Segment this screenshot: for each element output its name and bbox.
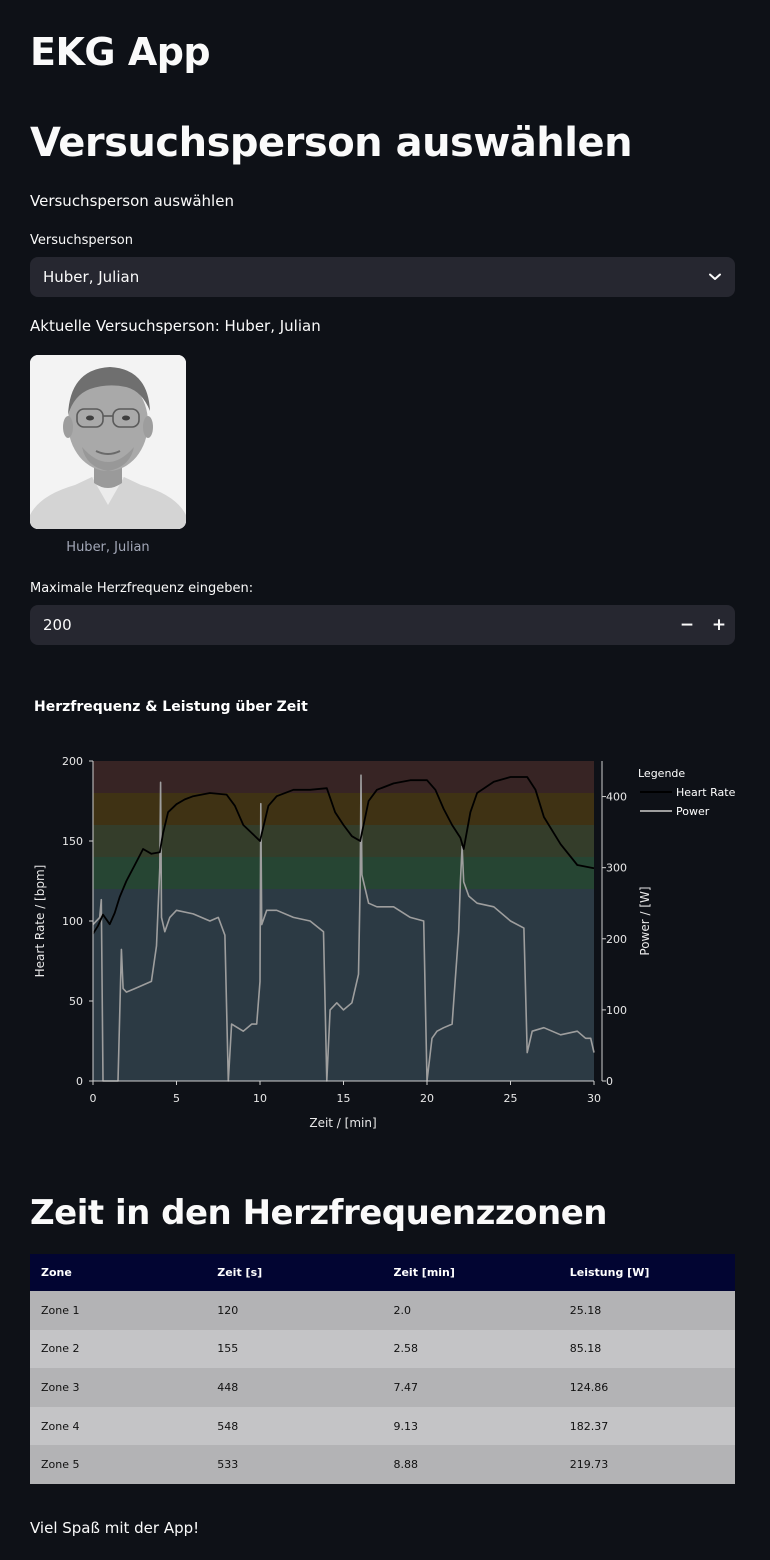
legend-title: Legende bbox=[638, 767, 685, 780]
table-cell: 120 bbox=[206, 1291, 383, 1330]
person-select[interactable]: Huber, Julian bbox=[30, 257, 735, 297]
x-tick-label: 30 bbox=[587, 1092, 601, 1105]
table-row: Zone 1 120 2.0 25.18 bbox=[30, 1291, 735, 1330]
section-title: Versuchsperson auswählen bbox=[30, 120, 633, 166]
y2-tick-label: 300 bbox=[606, 862, 627, 875]
chart-legend: Legende Heart Rate Power bbox=[638, 767, 736, 818]
table-cell: Zone 3 bbox=[30, 1368, 207, 1407]
y2-tick-label: 400 bbox=[606, 791, 627, 804]
x-axis-label: Zeit / [min] bbox=[309, 1116, 376, 1130]
table-cell: 448 bbox=[206, 1368, 383, 1407]
zone-band-1 bbox=[93, 889, 594, 1081]
section-subtitle: Versuchsperson auswählen bbox=[30, 192, 234, 210]
app-title: EKG App bbox=[30, 30, 211, 74]
table-cell: 182.37 bbox=[558, 1406, 735, 1446]
x-tick-label: 0 bbox=[90, 1092, 97, 1105]
y-tick-label: 0 bbox=[76, 1075, 83, 1088]
column-header: Zone bbox=[30, 1254, 207, 1291]
table-cell: 8.88 bbox=[382, 1445, 559, 1484]
person-photo bbox=[30, 355, 186, 529]
y2-tick-label: 0 bbox=[606, 1075, 613, 1088]
table-cell: Zone 5 bbox=[30, 1445, 207, 1484]
table-cell: Zone 4 bbox=[30, 1406, 207, 1446]
column-header: Leistung [W] bbox=[558, 1254, 735, 1291]
table-cell: 219.73 bbox=[558, 1445, 735, 1484]
photo-caption: Huber, Julian bbox=[66, 540, 150, 555]
table-cell: 85.18 bbox=[558, 1329, 735, 1369]
y2-tick-label: 200 bbox=[606, 933, 627, 946]
legend-heart-rate-label: Heart Rate bbox=[676, 786, 736, 799]
y-tick-label: 150 bbox=[62, 835, 83, 848]
zone-band-3 bbox=[93, 825, 594, 857]
chart-title: Herzfrequenz & Leistung über Zeit bbox=[34, 699, 308, 715]
y-tick-label: 100 bbox=[62, 915, 83, 928]
y2-tick-label: 100 bbox=[606, 1004, 627, 1017]
decrement-button[interactable]: − bbox=[671, 605, 703, 645]
x-tick-label: 5 bbox=[173, 1092, 180, 1105]
max-hr-label: Maximale Herzfrequenz eingeben: bbox=[30, 581, 254, 596]
table-cell: 9.13 bbox=[382, 1406, 559, 1446]
hr-power-chart: Herzfrequenz & Leistung über Zeit 0 5 10 15… bbox=[33, 699, 736, 1130]
legend-power-label: Power bbox=[676, 805, 710, 818]
increment-button[interactable]: + bbox=[703, 605, 735, 645]
table-row: Zone 5 533 8.88 219.73 bbox=[30, 1445, 735, 1484]
table-cell: 533 bbox=[206, 1445, 383, 1484]
y-axis-label: Heart Rate / [bpm] bbox=[33, 865, 47, 978]
chevron-down-icon bbox=[708, 270, 722, 284]
max-hr-input[interactable]: 200 − + bbox=[30, 605, 735, 645]
table-cell: 548 bbox=[206, 1406, 383, 1446]
table-cell: Zone 1 bbox=[30, 1291, 207, 1330]
table-row: Zone 4 548 9.13 182.37 bbox=[30, 1406, 735, 1446]
zones-title: Zeit in den Herzfrequenzzonen bbox=[30, 1193, 608, 1233]
x-tick-label: 25 bbox=[504, 1092, 518, 1105]
table-cell: 2.0 bbox=[382, 1291, 559, 1330]
x-tick-label: 20 bbox=[420, 1092, 434, 1105]
max-hr-value[interactable]: 200 bbox=[43, 616, 671, 634]
table-row: Zone 2 155 2.58 85.18 bbox=[30, 1329, 735, 1369]
column-header: Zeit [s] bbox=[206, 1254, 383, 1291]
table-cell: 124.86 bbox=[558, 1368, 735, 1407]
y-tick-label: 50 bbox=[69, 995, 83, 1008]
table-cell: Zone 2 bbox=[30, 1329, 207, 1369]
table-cell: 2.58 bbox=[382, 1329, 559, 1369]
table-cell: 155 bbox=[206, 1329, 383, 1369]
table-cell: 7.47 bbox=[382, 1368, 559, 1407]
y2-axis-label: Power / [W] bbox=[638, 886, 652, 955]
current-person-text: Aktuelle Versuchsperson: Huber, Julian bbox=[30, 317, 321, 335]
zones-table: Zone Zeit [s] Zeit [min] Leistung [W] Zo… bbox=[30, 1254, 735, 1484]
footer-text: Viel Spaß mit der App! bbox=[30, 1519, 200, 1537]
zone-band-4 bbox=[93, 793, 594, 825]
table-cell: 25.18 bbox=[558, 1291, 735, 1330]
table-row: Zone 3 448 7.47 124.86 bbox=[30, 1368, 735, 1407]
x-tick-label: 10 bbox=[253, 1092, 267, 1105]
column-header: Zeit [min] bbox=[382, 1254, 559, 1291]
person-select-label: Versuchsperson bbox=[30, 233, 133, 248]
person-select-value: Huber, Julian bbox=[43, 268, 140, 286]
y-tick-label: 200 bbox=[62, 755, 83, 768]
table-header-row: Zone Zeit [s] Zeit [min] Leistung [W] bbox=[30, 1254, 735, 1291]
x-tick-label: 15 bbox=[337, 1092, 351, 1105]
zone-band-2 bbox=[93, 857, 594, 889]
